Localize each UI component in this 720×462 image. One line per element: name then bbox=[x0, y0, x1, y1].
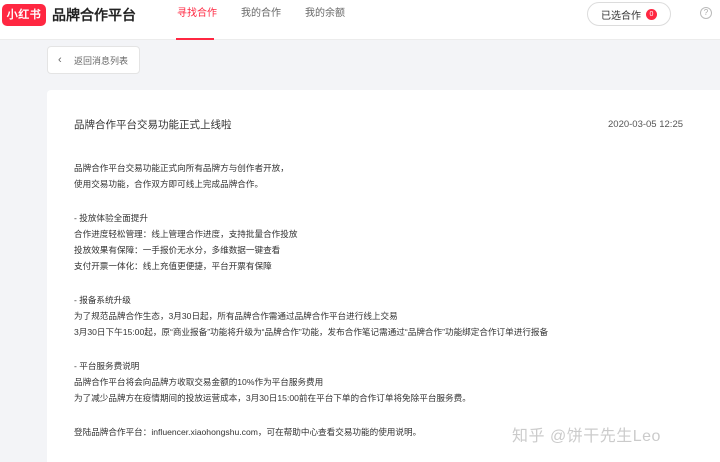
message-detail-card: 品牌合作平台交易功能正式上线啦 2020-03-05 12:25 品牌合作平台交… bbox=[47, 90, 720, 462]
chevron-left-icon: ‹ bbox=[58, 54, 62, 66]
back-to-message-list-button[interactable]: ‹ 返回消息列表 bbox=[47, 46, 140, 74]
body-line: 支付开票一体化：线上充值更便捷，平台开票有保障 bbox=[74, 261, 272, 271]
active-tab-indicator bbox=[176, 38, 214, 40]
section-heading: - 投放体验全面提升 bbox=[74, 213, 148, 223]
body-line: 投放效果有保障：一手报价无水分，多维数据一键查看 bbox=[74, 245, 281, 255]
section-heading: - 平台服务费说明 bbox=[74, 361, 140, 371]
help-icon[interactable]: ? bbox=[700, 7, 712, 19]
zhihu-watermark: 知乎 @饼干先生Leo bbox=[512, 428, 661, 445]
paragraph-report-system: - 报备系统升级 为了规范品牌合作生态，3月30日起，所有品牌合作需通过品牌合作… bbox=[74, 292, 674, 340]
body-line: 为了减少品牌方在疫情期间的投放运营成本，3月30日15:00前在平台下单的合作订… bbox=[74, 393, 471, 403]
section-heading: - 报备系统升级 bbox=[74, 295, 131, 305]
message-date: 2020-03-05 12:25 bbox=[608, 119, 684, 130]
paragraph-experience: - 投放体验全面提升 合作进度轻松管理：线上管理合作进度，支持批量合作投放 投放… bbox=[74, 210, 674, 274]
top-navigation-bar: 小红书 品牌合作平台 寻找合作 我的合作 我的余额 已选合作 0 ? bbox=[0, 0, 720, 40]
selected-count-badge: 0 bbox=[646, 8, 657, 20]
tab-my-cooperation[interactable]: 我的合作 bbox=[241, 7, 281, 21]
xiaohongshu-logo[interactable]: 小红书 bbox=[2, 4, 46, 26]
body-line: 品牌合作平台将会向品牌方收取交易金额的10%作为平台服务费用 bbox=[74, 377, 324, 387]
body-line: 使用交易功能，合作双方即可线上完成品牌合作。 bbox=[74, 179, 264, 189]
body-line: 合作进度轻松管理：线上管理合作进度，支持批量合作投放 bbox=[74, 229, 298, 239]
message-title: 品牌合作平台交易功能正式上线啦 bbox=[74, 119, 232, 131]
paragraph-service-fee: - 平台服务费说明 品牌合作平台将会向品牌方收取交易金额的10%作为平台服务费用… bbox=[74, 358, 674, 406]
selected-cooperation-label: 已选合作 bbox=[601, 10, 641, 22]
body-line: 为了规范品牌合作生态，3月30日起，所有品牌合作需通过品牌合作平台进行线上交易 bbox=[74, 311, 398, 321]
tab-my-balance[interactable]: 我的余额 bbox=[305, 7, 345, 21]
selected-cooperation-button[interactable]: 已选合作 0 bbox=[587, 2, 671, 26]
back-button-label: 返回消息列表 bbox=[74, 55, 129, 66]
tab-find-cooperation[interactable]: 寻找合作 bbox=[177, 7, 217, 21]
body-line: 3月30日下午15:00起，原“商业报备”功能将升级为“品牌合作”功能，发布合作… bbox=[74, 327, 549, 337]
paragraph-intro: 品牌合作平台交易功能正式向所有品牌方与创作者开放， 使用交易功能，合作双方即可线… bbox=[74, 160, 674, 192]
platform-title: 品牌合作平台 bbox=[52, 7, 136, 23]
body-line: 品牌合作平台交易功能正式向所有品牌方与创作者开放， bbox=[74, 163, 289, 173]
message-body: 品牌合作平台交易功能正式向所有品牌方与创作者开放， 使用交易功能，合作双方即可线… bbox=[74, 160, 674, 458]
